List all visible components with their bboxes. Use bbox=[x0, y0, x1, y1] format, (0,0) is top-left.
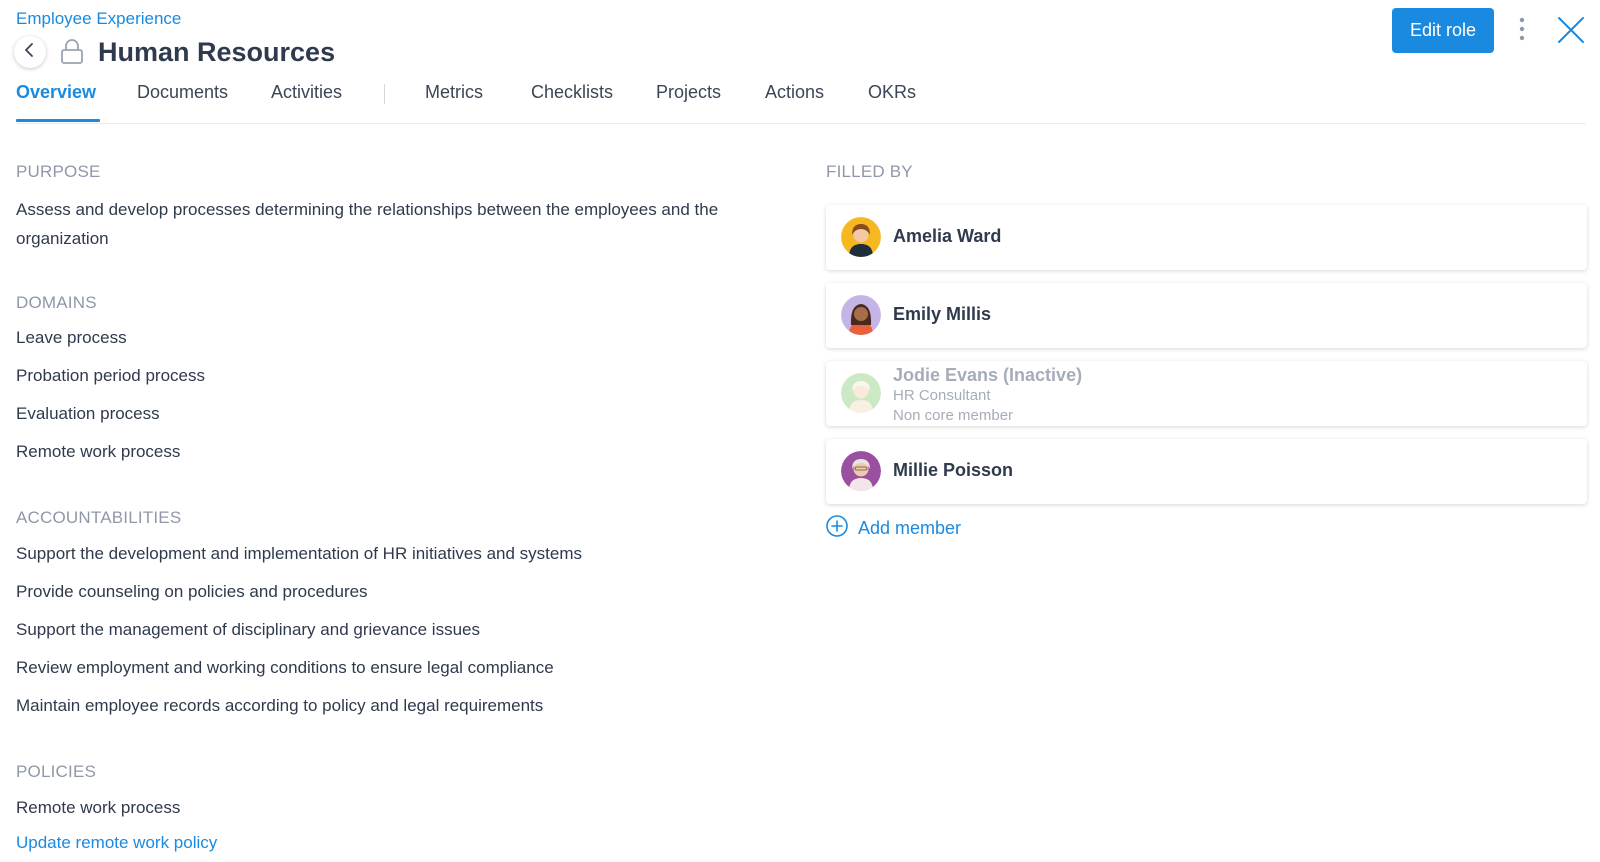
accountability-item: Maintain employee records according to p… bbox=[16, 696, 544, 715]
tab-actions[interactable]: Actions bbox=[765, 82, 824, 122]
tab-checklists[interactable]: Checklists bbox=[531, 82, 613, 122]
avatar bbox=[841, 295, 881, 335]
breadcrumb[interactable]: Employee Experience bbox=[16, 9, 181, 29]
member-role: HR Consultant bbox=[893, 387, 991, 404]
tab-activities[interactable]: Activities bbox=[271, 82, 342, 122]
accountabilities-label: ACCOUNTABILITIES bbox=[16, 508, 182, 527]
close-icon bbox=[1557, 16, 1585, 49]
tab-bar: Overview Documents Activities Metrics Ch… bbox=[16, 80, 1586, 124]
add-member-button[interactable]: Add member bbox=[826, 515, 961, 542]
chevron-left-icon bbox=[23, 42, 37, 63]
domain-item: Remote work process bbox=[16, 442, 181, 461]
edit-role-button[interactable]: Edit role bbox=[1392, 8, 1494, 53]
accountability-item: Support the development and implementati… bbox=[16, 544, 583, 563]
accountability-item: Provide counseling on policies and proce… bbox=[16, 582, 368, 601]
member-membership: Non core member bbox=[893, 407, 1014, 424]
domain-item: Probation period process bbox=[16, 366, 206, 385]
lock-icon bbox=[60, 39, 84, 65]
update-policy-link[interactable]: Update remote work policy bbox=[16, 833, 217, 853]
close-button[interactable] bbox=[1553, 14, 1589, 50]
member-card[interactable]: Millie Poisson bbox=[826, 439, 1587, 504]
back-button[interactable] bbox=[14, 36, 46, 68]
policy-item: Remote work process bbox=[16, 798, 181, 817]
domain-item: Leave process bbox=[16, 328, 127, 347]
avatar bbox=[841, 373, 881, 413]
tab-projects[interactable]: Projects bbox=[656, 82, 721, 122]
member-name: Millie Poisson bbox=[893, 460, 1014, 480]
kebab-menu-icon bbox=[1519, 17, 1525, 46]
member-card[interactable]: Emily Millis bbox=[826, 283, 1587, 348]
tab-documents[interactable]: Documents bbox=[137, 82, 228, 122]
accountability-item: Support the management of disciplinary a… bbox=[16, 620, 480, 639]
member-name: Jodie Evans (Inactive) bbox=[893, 365, 1083, 385]
tab-divider bbox=[384, 84, 385, 104]
tab-overview[interactable]: Overview bbox=[16, 82, 101, 122]
member-card-inactive[interactable]: Jodie Evans (Inactive) HR Consultant Non… bbox=[826, 361, 1587, 426]
member-name: Emily Millis bbox=[893, 304, 992, 324]
more-options-button[interactable] bbox=[1510, 14, 1534, 48]
avatar bbox=[841, 217, 881, 257]
add-member-label: Add member bbox=[858, 518, 962, 538]
title-row: Human Resources bbox=[14, 35, 335, 69]
tab-okrs[interactable]: OKRs bbox=[868, 82, 916, 122]
policies-label: POLICIES bbox=[16, 762, 97, 781]
filled-by-label: FILLED BY bbox=[826, 162, 913, 181]
member-card[interactable]: Amelia Ward bbox=[826, 205, 1587, 270]
page-title: Human Resources bbox=[98, 36, 336, 67]
tab-metrics[interactable]: Metrics bbox=[425, 82, 483, 122]
domains-label: DOMAINS bbox=[16, 293, 97, 312]
accountability-item: Review employment and working conditions… bbox=[16, 658, 554, 677]
plus-circle-icon bbox=[826, 515, 848, 542]
domain-item: Evaluation process bbox=[16, 404, 160, 423]
avatar bbox=[841, 451, 881, 491]
member-name: Amelia Ward bbox=[893, 226, 1002, 246]
purpose-label: PURPOSE bbox=[16, 162, 101, 181]
purpose-text: Assess and develop processes determining… bbox=[16, 200, 719, 248]
